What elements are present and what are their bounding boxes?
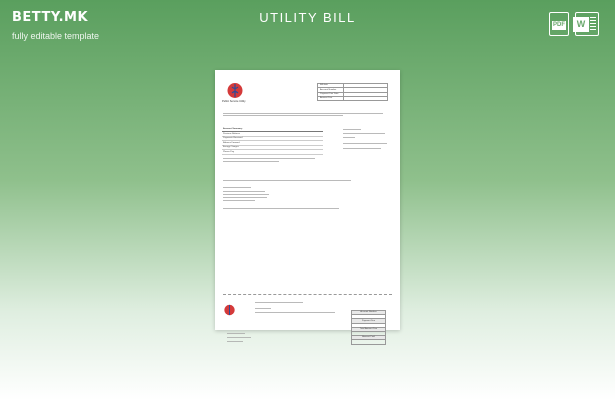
summary-label: Please Pay <box>222 149 292 156</box>
table-row: Amount Due <box>317 95 388 102</box>
cut-line <box>223 294 392 295</box>
stub-heading-lines <box>255 302 335 313</box>
notes-paragraph-lines <box>223 158 315 162</box>
table-row <box>351 339 386 345</box>
page-title: UTILITY BILL <box>259 10 356 25</box>
notice-text <box>223 113 393 120</box>
brand-tagline: fully editable template <box>12 31 100 41</box>
bill-preview[interactable]: Public Service Utility Bill date Account… <box>215 70 400 345</box>
company-name: Public Service Utility <box>222 100 246 103</box>
file-format-icons: PDF W <box>549 12 599 36</box>
recipient-address-lines <box>227 333 251 342</box>
recipient-address <box>227 333 267 347</box>
account-summary-table: Account Summary Previous Balance Payment… <box>222 127 323 156</box>
company-logo-icon <box>227 83 243 98</box>
summary-notes <box>343 129 393 155</box>
notes-paragraph <box>223 158 393 168</box>
stub-logo-icon <box>224 304 235 316</box>
pdf-icon-label: PDF <box>552 21 566 30</box>
account-info-table: Bill date Account Number Payment Due Dat… <box>317 82 388 102</box>
account-label: Amount Due <box>317 95 344 102</box>
remittance-table: Account Number Payment Due Total Amount … <box>351 309 386 345</box>
info-section-lines <box>223 180 351 209</box>
stub-cell <box>351 339 386 345</box>
word-icon[interactable]: W <box>573 12 599 36</box>
notice-text-lines <box>223 113 383 116</box>
account-value <box>343 95 388 102</box>
word-icon-label: W <box>573 17 589 32</box>
table-row: Please Pay <box>222 149 323 156</box>
stub-heading <box>255 302 355 320</box>
info-section <box>223 180 393 220</box>
word-lines <box>590 17 596 32</box>
pdf-icon[interactable]: PDF <box>549 12 569 36</box>
summary-value <box>292 149 323 156</box>
summary-notes-lines <box>343 129 387 149</box>
